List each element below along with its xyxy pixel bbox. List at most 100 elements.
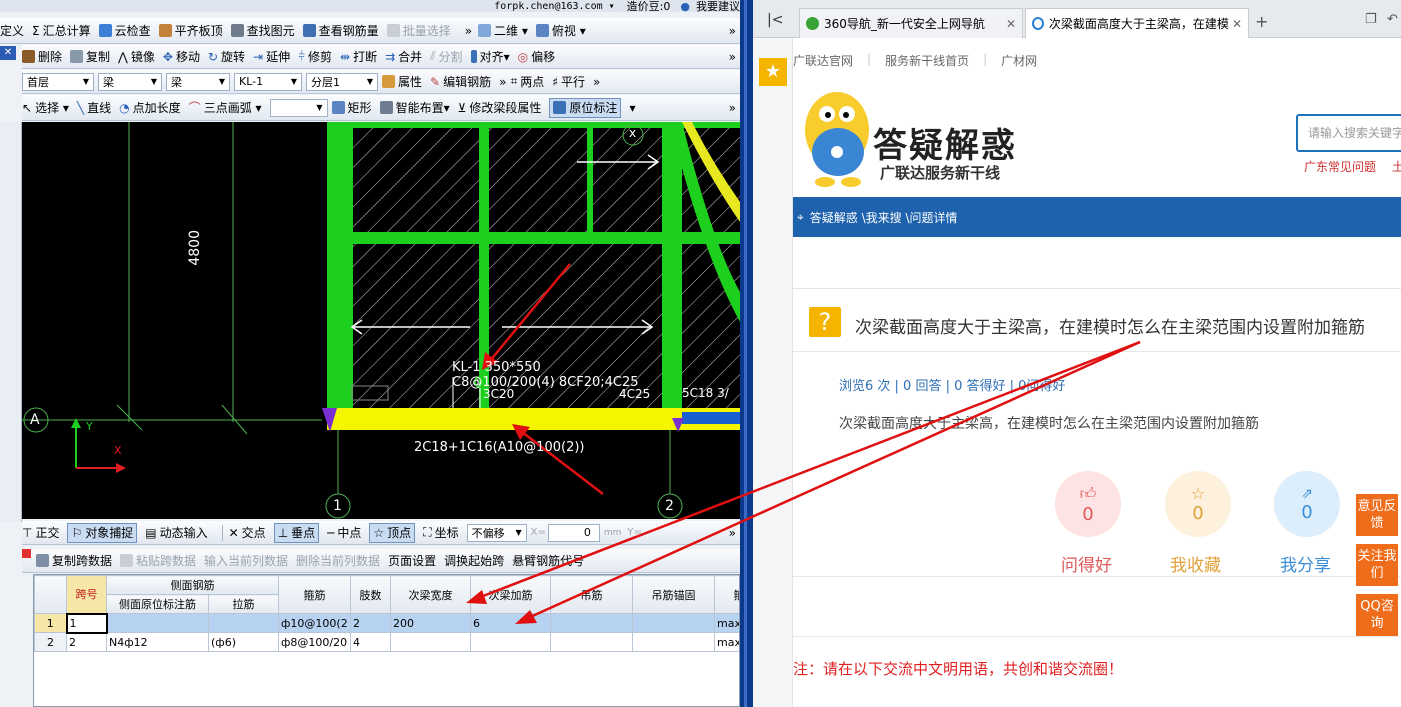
- page-setup[interactable]: 页面设置: [388, 551, 436, 571]
- tool-in-situ-annotation[interactable]: 原位标注: [549, 97, 622, 118]
- tool-mirror[interactable]: ⋀ 镜像: [118, 47, 155, 67]
- table-cell[interactable]: [390, 632, 471, 652]
- table-cell[interactable]: max: [714, 613, 739, 633]
- new-tab-icon[interactable]: +: [1255, 12, 1268, 31]
- tool-rotate[interactable]: ↻ 旋转: [208, 47, 245, 67]
- tab-close-icon[interactable]: ✕: [1228, 16, 1242, 31]
- hot-link-more[interactable]: 土: [1392, 160, 1401, 174]
- table-cell[interactable]: 200: [390, 613, 471, 633]
- favorites-star-icon[interactable]: ★: [759, 58, 787, 86]
- tool-break[interactable]: ⇹ 打断: [340, 47, 377, 67]
- snap-midpoint[interactable]: ─ 中点: [327, 523, 361, 543]
- share-label[interactable]: 我分享: [1280, 551, 1331, 576]
- link-service-home[interactable]: 服务新干线首页: [885, 52, 969, 69]
- follow-us-button[interactable]: 关注我们: [1356, 544, 1398, 586]
- menu-summary-calc[interactable]: Σ 汇总计算: [32, 21, 91, 41]
- link-material[interactable]: 广材网: [1001, 52, 1037, 69]
- edit-rebar-button[interactable]: ✎ 编辑钢筋: [430, 72, 491, 92]
- table-cell[interactable]: [550, 632, 633, 652]
- menu-view-rebar[interactable]: 查看钢筋量: [302, 21, 379, 41]
- tool-point-length[interactable]: ◔ 点加长度: [119, 98, 181, 118]
- col-side-annotation[interactable]: 侧面原位标注筋: [106, 594, 209, 614]
- table-row[interactable]: 1 1 ф10@100(2 2 200 6 max: [34, 612, 739, 634]
- snap-object[interactable]: ⚐ 对象捕捉: [67, 522, 138, 543]
- tab-close-icon[interactable]: ✕: [1006, 17, 1016, 31]
- layer-select[interactable]: 分层1 ▼: [306, 72, 378, 91]
- suggest-link[interactable]: 我要建议: [696, 0, 740, 12]
- favorite-button[interactable]: ☆ 0: [1165, 471, 1231, 537]
- tool-smart-layout[interactable]: 智能布置 ▾: [379, 98, 450, 118]
- table-cell[interactable]: 6: [470, 613, 551, 633]
- snap-dynamic-input[interactable]: ▤ 动态输入: [145, 523, 207, 543]
- restore-tabs-icon[interactable]: ❐: [1365, 12, 1377, 27]
- table-cell[interactable]: 1: [65, 612, 108, 634]
- table-cell[interactable]: ф8@100/20: [278, 632, 351, 652]
- category-select[interactable]: 梁 ▼: [98, 72, 162, 91]
- table-cell[interactable]: 2: [66, 632, 107, 652]
- swap-start-span[interactable]: 调换起始跨: [444, 551, 504, 571]
- menu-align-slab-top[interactable]: 平齐板顶: [158, 21, 223, 41]
- grid-close-icon[interactable]: [22, 549, 31, 558]
- view-2d-dropdown[interactable]: 二维 ▾: [478, 21, 528, 41]
- floor-select[interactable]: 首层 ▼: [22, 72, 94, 91]
- col-hanger[interactable]: 吊筋: [550, 575, 633, 614]
- table-row[interactable]: 2 2 N4ф12 (ф6) ф8@100/20 4 max: [34, 632, 739, 652]
- tool-trim[interactable]: ⫩ 修剪: [298, 47, 332, 67]
- share-button[interactable]: ⇗ 0: [1274, 471, 1340, 537]
- snap-coordinate[interactable]: ⛶ 坐标: [423, 523, 458, 543]
- like-button[interactable]: 👍︎ 0: [1055, 471, 1121, 537]
- table-cell[interactable]: max: [714, 632, 739, 652]
- table-cell[interactable]: [632, 632, 715, 652]
- undo-close-icon[interactable]: ↶: [1387, 12, 1398, 27]
- two-point-button[interactable]: ⌗ 两点: [510, 72, 544, 92]
- table-cell[interactable]: [106, 613, 209, 633]
- tool-rectangle[interactable]: 矩形: [331, 98, 372, 118]
- tab-360-nav[interactable]: 360导航_新一代安全上网导航 ✕: [799, 8, 1023, 38]
- table-cell[interactable]: ф10@100(2: [278, 613, 351, 633]
- col-span-no[interactable]: 跨号: [66, 575, 107, 614]
- col-stirrup[interactable]: 箍筋: [278, 575, 351, 614]
- hot-link-guangdong[interactable]: 广东常见问题: [1304, 160, 1376, 174]
- input-column-data[interactable]: 输入当前列数据: [204, 551, 288, 571]
- account-email[interactable]: forpk.chen@163.com ▾: [494, 1, 614, 12]
- col-legs[interactable]: 肢数: [350, 575, 391, 614]
- col-hanger-anchor[interactable]: 吊筋锚固: [632, 575, 715, 614]
- table-cell[interactable]: (ф6): [208, 632, 279, 652]
- member-select[interactable]: KL-1 ▼: [234, 72, 302, 91]
- tool-line[interactable]: ╲ 直线: [77, 98, 111, 118]
- search-input[interactable]: 请输入搜索关键字: [1296, 114, 1401, 152]
- table-cell[interactable]: 4: [350, 632, 391, 652]
- cantilever-code[interactable]: 悬臂钢筋代号: [512, 551, 584, 571]
- paste-span-data[interactable]: 粘贴跨数据: [120, 551, 196, 571]
- coord-x-input[interactable]: 0: [547, 523, 600, 542]
- snap-ortho[interactable]: ⊤ 正交: [22, 523, 59, 543]
- table-cell[interactable]: N4ф12: [106, 632, 209, 652]
- table-cell[interactable]: [550, 613, 633, 633]
- delete-column-data[interactable]: 删除当前列数据: [296, 551, 380, 571]
- menu-define[interactable]: 定义: [0, 21, 24, 41]
- arc-option-select[interactable]: ▼: [269, 98, 328, 117]
- favorite-label[interactable]: 我收藏: [1170, 551, 1221, 576]
- tool-split[interactable]: ⫽ 分割: [430, 47, 462, 67]
- close-marker-icon[interactable]: x: [629, 126, 636, 140]
- tool-copy[interactable]: 复制: [70, 47, 110, 67]
- col-secondary-width[interactable]: 次梁宽度: [390, 575, 471, 614]
- tool-align[interactable]: 对齐 ▾: [470, 47, 510, 67]
- drawing-canvas[interactable]: 4800 KL-1 350*550 C8@100/200(4) 8CF20;4C…: [22, 122, 740, 519]
- menu-find-element[interactable]: 查找图元: [230, 21, 295, 41]
- breadcrumb-path[interactable]: 答疑解惑 \我来搜 \问题详情: [810, 209, 958, 226]
- tool-modify-span[interactable]: ⊻ 修改梁段属性: [458, 98, 542, 118]
- tool-select[interactable]: ↖ 选择 ▾: [22, 98, 69, 118]
- type-select[interactable]: 梁 ▼: [166, 72, 230, 91]
- table-cell[interactable]: [470, 632, 551, 652]
- properties-button[interactable]: 属性: [382, 72, 422, 92]
- snap-vertex[interactable]: ☆ 顶点: [369, 522, 416, 543]
- tool-offset[interactable]: ◎ 偏移: [518, 47, 556, 67]
- tool-delete[interactable]: 删除: [22, 47, 62, 67]
- qq-consult-button[interactable]: QQ咨询: [1356, 594, 1398, 636]
- table-cell[interactable]: [208, 613, 279, 633]
- copy-span-data[interactable]: 复制跨数据: [36, 551, 112, 571]
- parallel-button[interactable]: ♯ 平行: [552, 72, 585, 92]
- tool-merge[interactable]: ⇉ 合并: [385, 47, 422, 67]
- menu-batch-select[interactable]: 批量选择: [386, 21, 451, 41]
